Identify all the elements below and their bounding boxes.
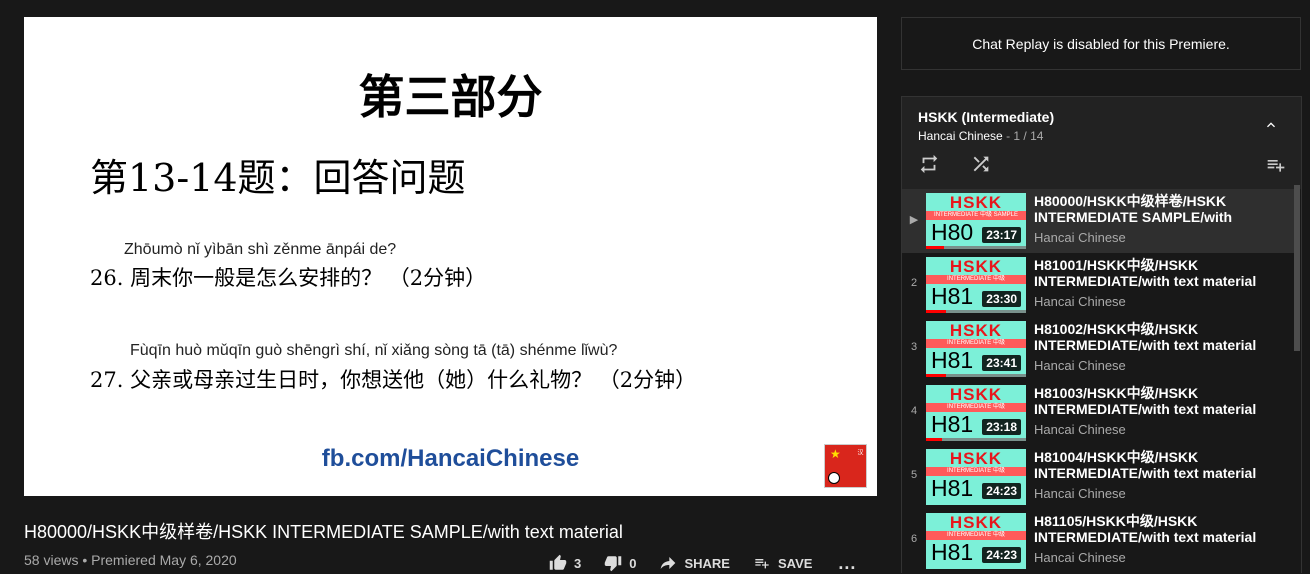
like-count: 3 [574, 555, 582, 571]
playlist-item[interactable]: 3 HSKK INTERMEDIATE 中级 H81 23:41 H81002/HSKK中… [902, 317, 1294, 381]
video-duration: 23:41 [982, 355, 1021, 371]
share-label: SHARE [684, 555, 730, 571]
slide-title: 第三部分 [358, 70, 543, 124]
video-title: H80000/HSKK中级样卷/HSKK INTERMEDIATE SAMPLE… [24, 522, 623, 542]
playlist-channel[interactable]: Hancai Chinese [918, 129, 1003, 143]
playlist-position: - 1 / 14 [1006, 129, 1044, 143]
playlist-item-index: ▶ [909, 214, 919, 226]
playlist-item-index: 3 [910, 341, 918, 353]
chat-disabled-message: Chat Replay is disabled for this Premier… [972, 35, 1230, 52]
save-label: SAVE [777, 555, 813, 571]
question-27-text: 27. 父亲或母亲过生日时，你想送他（她）什么礼物？ （2分钟） [90, 368, 697, 392]
playlist-item-channel[interactable]: Hancai Chinese [1034, 230, 1126, 245]
playlist-item-index: 2 [910, 277, 918, 289]
video-thumbnail[interactable]: HSKK INTERMEDIATE 中级 H81 24:23 [926, 513, 1026, 569]
playlist-title[interactable]: HSKK (Intermediate) [918, 109, 1054, 125]
thumbs-down-icon [604, 556, 622, 572]
chat-replay-panel: Chat Replay is disabled for this Premier… [901, 17, 1301, 70]
playlist-item-title[interactable]: H81001/HSKK中级/HSKK INTERMEDIATE/with tex… [1034, 257, 1266, 289]
video-thumbnail[interactable]: HSKK INTERMEDIATE 中级 H81 23:18 [926, 385, 1026, 441]
slide-subtitle: 第13-14题：回答问题 [90, 156, 466, 200]
thumbnail-code: H81 [931, 539, 974, 565]
watch-progress-bar [926, 246, 1026, 249]
playlist-item-index: 4 [910, 405, 918, 417]
playlist-item-channel[interactable]: Hancai Chinese [1034, 294, 1126, 309]
playlist-add-icon[interactable] [1265, 155, 1287, 175]
thumbnail-title: HSKK [949, 321, 1003, 340]
watch-progress-fill [926, 246, 944, 249]
thumbnail-title: HSKK [949, 449, 1003, 468]
share-button[interactable]: SHARE [658, 555, 730, 571]
like-button[interactable]: 3 [548, 554, 581, 572]
video-actions: 3 0 SHARE SAVE ... [548, 553, 856, 573]
video-player[interactable]: 第三部分 第13-14题：回答问题 Zhōumò nǐ yìbān shì zě… [24, 17, 877, 496]
shuffle-icon[interactable] [970, 153, 992, 175]
slide-footer-link: fb.com/HancaiChinese [321, 445, 580, 472]
playlist-item-index: 6 [910, 533, 918, 545]
playlist-header: HSKK (Intermediate) Hancai Chinese - 1 /… [902, 97, 1301, 189]
share-icon [661, 557, 676, 569]
thumbnail-title: HSKK [949, 513, 1003, 532]
thumbnail-title: HSKK [949, 385, 1003, 404]
playlist-item-title[interactable]: H80000/HSKK中级样卷/HSKK INTERMEDIATE SAMPLE… [1034, 193, 1266, 225]
playlist-panel: HSKK (Intermediate) Hancai Chinese - 1 /… [901, 96, 1302, 573]
save-button[interactable]: SAVE [752, 555, 812, 571]
video-meta: 58 views • Premiered May 6, 2020 [24, 552, 237, 568]
thumbnail-code: H80 [931, 219, 974, 245]
watch-progress-bar [926, 310, 1026, 313]
playlist-item[interactable]: 6 HSKK INTERMEDIATE 中级 H81 24:23 H81105/HSKK中… [902, 509, 1294, 573]
dislike-button[interactable]: 0 [603, 554, 636, 572]
video-duration: 23:30 [982, 291, 1021, 307]
playlist-item-title[interactable]: H81004/HSKK中级/HSKK INTERMEDIATE/with tex… [1034, 449, 1266, 481]
watch-progress-fill [926, 374, 946, 377]
question-27-pinyin: Fùqīn huò mǔqīn guò shēngrì shí, nǐ xiǎn… [130, 342, 618, 359]
thumbnail-code: H81 [931, 411, 974, 437]
thumbs-up-icon [549, 554, 567, 570]
playlist-item-title[interactable]: H81105/HSKK中级/HSKK INTERMEDIATE/with tex… [1034, 513, 1266, 545]
playlist-item[interactable]: 4 HSKK INTERMEDIATE 中级 H81 23:18 H81003/HSKK中… [902, 381, 1294, 445]
playlist-controls [918, 153, 992, 175]
video-duration: 24:23 [982, 483, 1021, 499]
thumbnail-title: HSKK [949, 257, 1003, 276]
watch-progress-fill [926, 438, 942, 441]
watch-progress-bar [926, 438, 1026, 441]
video-duration: 23:17 [982, 227, 1021, 243]
playlist-item-channel[interactable]: Hancai Chinese [1034, 358, 1126, 373]
playlist-item[interactable]: 2 HSKK INTERMEDIATE 中级 H81 23:30 H81001/HSKK中… [902, 253, 1294, 317]
watch-progress-bar [926, 374, 1026, 377]
question-26-text: 26. 周末你一般是怎么安排的？ （2分钟） [90, 266, 487, 290]
playlist-add-icon [755, 559, 769, 569]
thumbnail-code: H81 [931, 347, 974, 373]
chevron-up-icon[interactable] [1263, 117, 1279, 133]
playlist-item-index: 5 [910, 469, 918, 481]
dislike-count: 0 [629, 555, 637, 571]
playlist-subtitle: Hancai Chinese - 1 / 14 [918, 129, 1043, 143]
thumbnail-title: HSKK [949, 193, 1003, 212]
video-thumbnail[interactable]: HSKK INTERMEDIATE 中级 H81 24:23 [926, 449, 1026, 505]
playlist-item[interactable]: 5 HSKK INTERMEDIATE 中级 H81 24:23 H81004/HSKK中… [902, 445, 1294, 509]
playlist-item-channel[interactable]: Hancai Chinese [1034, 422, 1126, 437]
thumbnail-code: H81 [931, 283, 974, 309]
video-thumbnail[interactable]: HSKK INTERMEDIATE 中级 H81 23:30 [926, 257, 1026, 313]
watch-progress-fill [926, 310, 946, 313]
playlist-item-title[interactable]: H81002/HSKK中级/HSKK INTERMEDIATE/with tex… [1034, 321, 1266, 353]
playlist-item-title[interactable]: H81003/HSKK中级/HSKK INTERMEDIATE/with tex… [1034, 385, 1266, 417]
playlist-item[interactable]: ▶ HSKK INTERMEDIATE 中级 SAMPLE H80 23:17 H8000… [902, 189, 1294, 253]
video-thumbnail[interactable]: HSKK INTERMEDIATE 中级 SAMPLE H80 23:17 [926, 193, 1026, 249]
video-thumbnail[interactable]: HSKK INTERMEDIATE 中级 H81 23:41 [926, 321, 1026, 377]
video-duration: 23:18 [982, 419, 1021, 435]
video-duration: 24:23 [982, 547, 1021, 563]
playlist-item-channel[interactable]: Hancai Chinese [1034, 550, 1126, 565]
channel-logo: ★ 汉 [824, 444, 867, 488]
loop-icon[interactable] [918, 153, 940, 175]
playlist-item-channel[interactable]: Hancai Chinese [1034, 486, 1126, 501]
thumbnail-code: H81 [931, 475, 974, 501]
more-actions-icon[interactable]: ... [838, 553, 856, 574]
question-26-pinyin: Zhōumò nǐ yìbān shì zěnme ānpái de? [124, 241, 397, 258]
playlist-scrollbar[interactable] [1294, 185, 1300, 351]
